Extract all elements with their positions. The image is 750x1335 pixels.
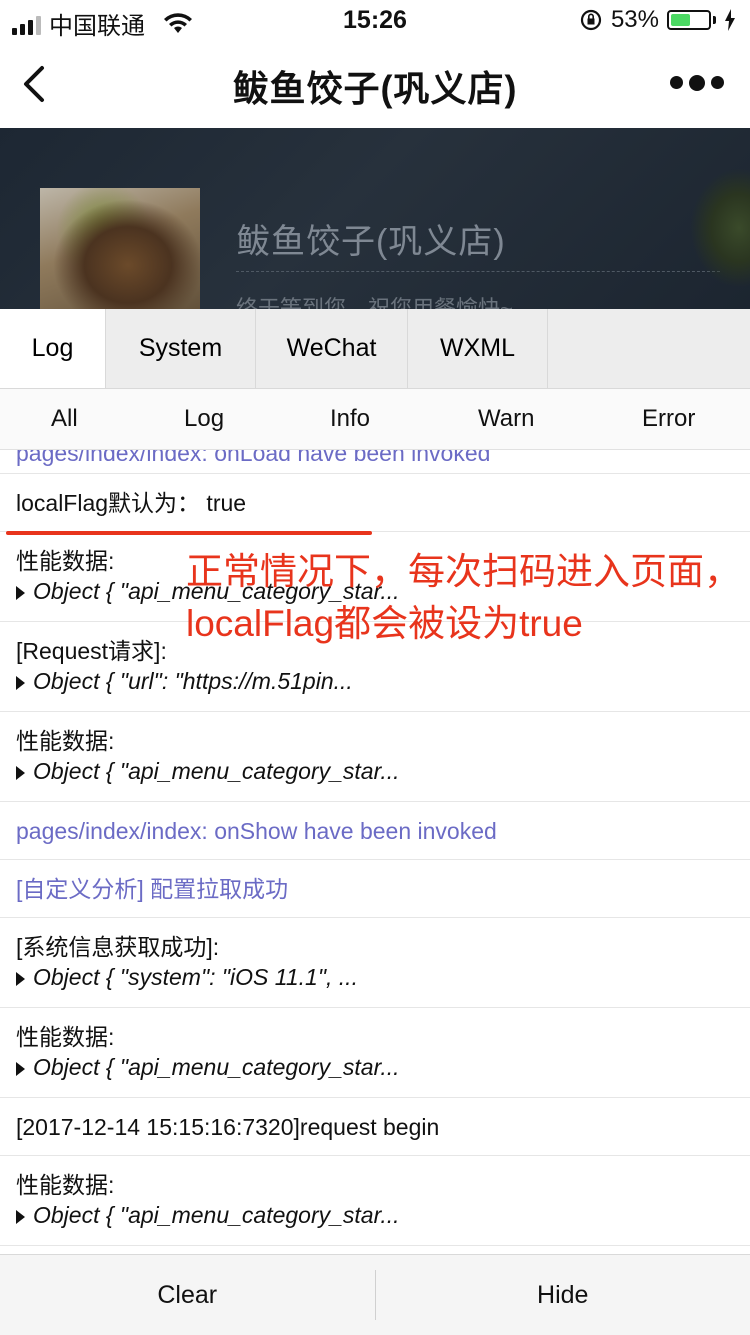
charging-icon <box>724 9 736 31</box>
tab-system[interactable]: System <box>106 309 256 388</box>
status-right: 53% <box>579 6 736 34</box>
log-item: [自定义分析] 配置拉取成功 <box>0 860 750 918</box>
log-item: 性能数据: Object { "api_menu_category_star..… <box>0 1008 750 1098</box>
log-text: pages/index/index: onLoad have been invo… <box>16 450 750 468</box>
expand-triangle-icon[interactable] <box>16 1210 25 1224</box>
log-object[interactable]: Object { "url": "https://m.51pin... <box>33 668 353 694</box>
expand-triangle-icon[interactable] <box>16 676 25 690</box>
bottom-bar: Clear Hide <box>0 1254 750 1335</box>
filter-warn[interactable]: Warn <box>478 405 534 433</box>
log-label: [系统信息获取成功]: <box>16 932 750 962</box>
log-label: 性能数据: <box>16 726 750 756</box>
log-label: 性能数据: <box>16 1170 750 1200</box>
battery-icon <box>667 10 711 30</box>
tab-wxml[interactable]: WXML <box>408 309 548 388</box>
expand-triangle-icon[interactable] <box>16 972 25 986</box>
log-text: localFlag默认为： true <box>16 474 750 518</box>
log-item: pages/index/index: onShow have been invo… <box>0 802 750 860</box>
log-text: pages/index/index: onShow have been invo… <box>16 802 750 846</box>
log-item: [2017-12-14 15:15:16:7320]request begin <box>0 1098 750 1156</box>
log-item: [系统信息获取成功]: Object { "system": "iOS 11.1… <box>0 918 750 1008</box>
rotation-lock-icon <box>579 8 603 32</box>
expand-triangle-icon[interactable] <box>16 766 25 780</box>
tab-wechat[interactable]: WeChat <box>256 309 408 388</box>
log-item: pages/index/index: onLoad have been invo… <box>0 450 750 474</box>
filter-error[interactable]: Error <box>642 405 695 433</box>
tab-log[interactable]: Log <box>0 309 106 388</box>
annotation-text: 正常情况下，每次扫码进入页面，localFlag都会被设为true <box>186 546 746 650</box>
filter-log[interactable]: Log <box>184 405 224 433</box>
hide-button[interactable]: Hide <box>376 1255 750 1335</box>
store-photo <box>40 188 200 310</box>
log-object[interactable]: Object { "api_menu_category_star... <box>33 1054 400 1080</box>
console-tab-bar: Log System WeChat WXML <box>0 309 750 389</box>
log-item: localFlag默认为： true <box>0 474 750 532</box>
expand-triangle-icon[interactable] <box>16 586 25 600</box>
log-label: 性能数据: <box>16 1022 750 1052</box>
battery-fill <box>671 14 690 26</box>
store-header: 鲅鱼饺子(巩义店) 终于等到您，祝您用餐愉快~ <box>0 128 750 310</box>
store-slogan: 终于等到您，祝您用餐愉快~ <box>236 291 513 310</box>
store-name: 鲅鱼饺子(巩义店) <box>236 214 506 263</box>
annotation-underline <box>6 531 372 535</box>
battery-percent: 53% <box>611 6 659 34</box>
store-divider <box>236 271 720 272</box>
filter-info[interactable]: Info <box>330 405 370 433</box>
log-text: [自定义分析] 配置拉取成功 <box>16 860 750 904</box>
log-object[interactable]: Object { "system": "iOS 11.1", ... <box>33 964 358 990</box>
page-title: 鲅鱼饺子(巩义店) <box>0 60 750 112</box>
battery-tip <box>713 16 716 24</box>
filter-all[interactable]: All <box>51 405 78 433</box>
clear-button[interactable]: Clear <box>0 1255 375 1335</box>
log-item: 性能数据: Object { "api_menu_category_star..… <box>0 1156 750 1246</box>
log-filter-bar: All Log Info Warn Error <box>0 389 750 450</box>
log-text: [2017-12-14 15:15:16:7320]request begin <box>16 1098 750 1142</box>
expand-triangle-icon[interactable] <box>16 1062 25 1076</box>
more-icon[interactable] <box>670 76 724 91</box>
decorative-leaf <box>690 168 750 288</box>
nav-bar: 鲅鱼饺子(巩义店) <box>0 40 750 128</box>
log-item: 性能数据: Object { "api_menu_category_star..… <box>0 712 750 802</box>
log-object[interactable]: Object { "api_menu_category_star... <box>33 758 400 784</box>
status-bar: 中国联通 15:26 53% <box>0 0 750 40</box>
log-object[interactable]: Object { "api_menu_category_star... <box>33 1202 400 1228</box>
